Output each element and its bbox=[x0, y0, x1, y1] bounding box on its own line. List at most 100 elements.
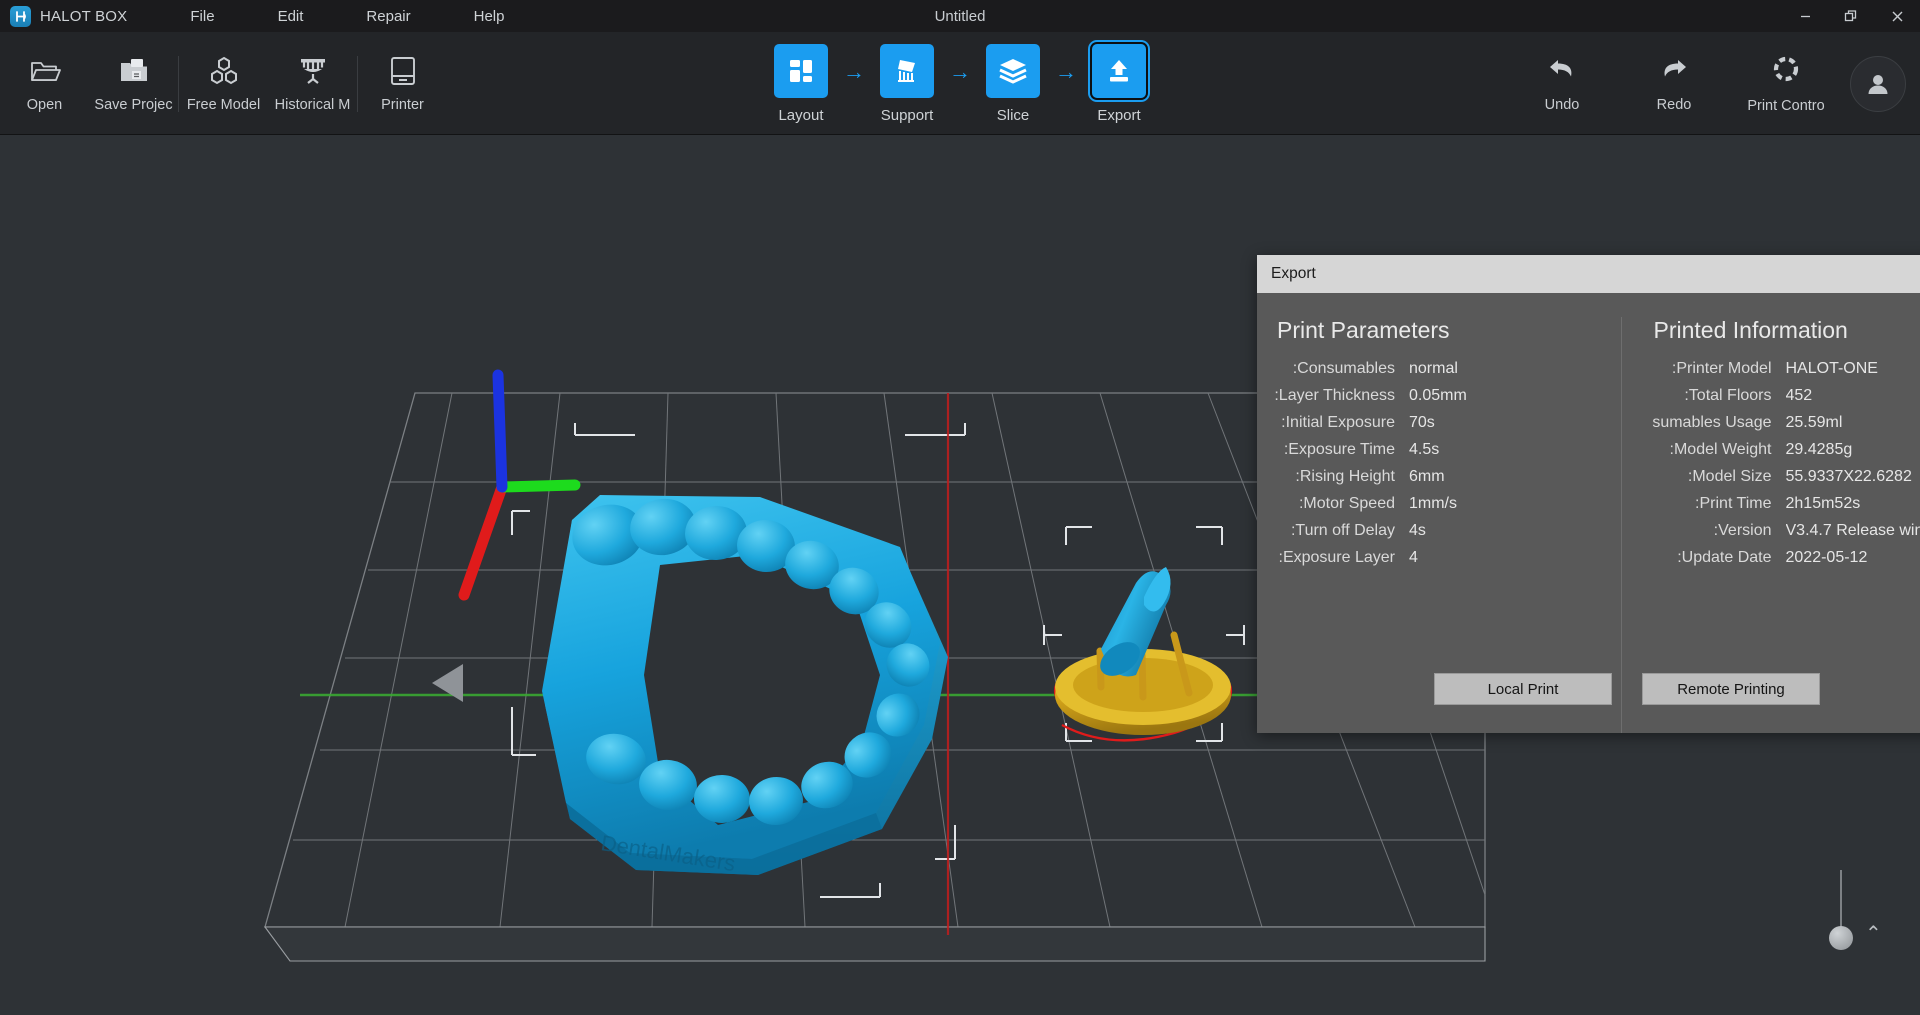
param-label: Rising Height: bbox=[1295, 468, 1395, 485]
export-dialog-body: Print Parameters Consumables: normal Laye… bbox=[1257, 293, 1920, 733]
window-controls bbox=[1782, 0, 1920, 32]
printer-icon bbox=[389, 54, 417, 88]
param-row-exposure-layer: Exposure Layer: 4 bbox=[1275, 549, 1621, 567]
param-label: Consumables: bbox=[1292, 360, 1395, 377]
redo-button[interactable]: Redo bbox=[1618, 32, 1730, 135]
info-value: 2022-05-12 bbox=[1785, 549, 1868, 566]
param-label: Layer Thickness: bbox=[1275, 387, 1395, 404]
info-row-print-time: Print Time: 2h15m52s bbox=[1652, 495, 1920, 513]
param-value: 0.05mm bbox=[1409, 387, 1467, 404]
main-toolbar: Open Save Projec Free Model Historical M… bbox=[0, 32, 1920, 135]
workflow-step-slice[interactable]: Slice bbox=[973, 43, 1053, 124]
print-parameters-heading: Print Parameters bbox=[1277, 317, 1450, 343]
printer-button[interactable]: Printer bbox=[358, 32, 447, 135]
workflow-step-support-label: Support bbox=[880, 106, 934, 124]
info-row-printer-model: Printer Model: HALOT-ONE bbox=[1652, 360, 1920, 378]
menu-repair[interactable]: Repair bbox=[366, 4, 410, 29]
param-row-rising-height: Rising Height: 6mm bbox=[1275, 468, 1621, 486]
save-project-button-label: Save Projec bbox=[94, 97, 173, 113]
param-row-motor-speed: Motor Speed: 1mm/s bbox=[1275, 495, 1621, 513]
info-row-version: Version: V3.4.7 Release win64 bbox=[1652, 522, 1920, 540]
param-value: 70s bbox=[1409, 414, 1435, 431]
param-row-layer-thickness: Layer Thickness: 0.05mm bbox=[1275, 387, 1621, 405]
workflow-step-support[interactable]: Support bbox=[867, 43, 947, 124]
undo-button-label: Undo bbox=[1544, 96, 1580, 113]
close-button[interactable] bbox=[1874, 0, 1920, 32]
menu-file[interactable]: File bbox=[190, 4, 214, 29]
info-value: 452 bbox=[1785, 387, 1813, 404]
param-value: 4s bbox=[1409, 522, 1426, 539]
minimize-button[interactable] bbox=[1782, 0, 1828, 32]
workflow-step-layout-label: Layout bbox=[778, 106, 824, 124]
remote-printing-button[interactable]: Remote Printing bbox=[1642, 673, 1820, 705]
historical-model-icon bbox=[297, 54, 329, 88]
param-value: 1mm/s bbox=[1409, 495, 1457, 512]
app-brand-name: HALOT BOX bbox=[40, 7, 128, 25]
dental-arch-model: DentalMakers bbox=[542, 495, 948, 876]
info-row-model-size: Model Size: 55.9337X22.6282 bbox=[1652, 468, 1920, 486]
param-label: Initial Exposure: bbox=[1281, 414, 1395, 431]
param-label: Exposure Layer: bbox=[1278, 549, 1395, 566]
export-dialog-title: Export bbox=[1257, 255, 1920, 293]
info-label: Total Floors: bbox=[1684, 387, 1772, 404]
open-button[interactable]: Open bbox=[0, 32, 89, 135]
support-icon bbox=[880, 43, 934, 98]
param-label: Exposure Time: bbox=[1283, 441, 1395, 458]
workflow-step-export-label: Export bbox=[1097, 106, 1141, 124]
local-print-button[interactable]: Local Print bbox=[1434, 673, 1612, 705]
left-triangle-arrow-icon[interactable] bbox=[430, 662, 466, 709]
folder-open-icon bbox=[29, 54, 61, 88]
print-control-button-label: Print Contro bbox=[1747, 97, 1825, 114]
printed-information-section: Printed Information Printer Model: HALOT-… bbox=[1620, 317, 1920, 733]
chevron-up-icon[interactable]: ⌃ bbox=[1865, 921, 1882, 946]
title-bar: HALOT BOX File Edit Repair Help Untitled bbox=[0, 0, 1920, 32]
restore-button[interactable] bbox=[1828, 0, 1874, 32]
param-row-initial-exposure: Initial Exposure: 70s bbox=[1275, 414, 1621, 432]
info-value: V3.4.7 Release win64 bbox=[1785, 522, 1920, 539]
param-label: Turn off Delay: bbox=[1290, 522, 1395, 539]
layout-icon bbox=[774, 43, 828, 98]
user-avatar-icon[interactable] bbox=[1850, 55, 1906, 112]
zoom-slider-handle[interactable] bbox=[1829, 926, 1853, 950]
export-icon bbox=[1092, 43, 1146, 98]
zoom-slider[interactable] bbox=[1829, 870, 1853, 950]
flow-arrow-2: → bbox=[949, 58, 971, 84]
param-value: 6mm bbox=[1409, 468, 1445, 485]
info-value: 2h15m52s bbox=[1785, 495, 1861, 512]
historical-model-button[interactable]: Historical M bbox=[268, 32, 357, 135]
menu-bar: File Edit Repair Help bbox=[190, 4, 567, 29]
slice-icon bbox=[986, 43, 1040, 98]
info-label: Consumables Usage bbox=[1652, 414, 1772, 431]
save-project-button[interactable]: Save Projec bbox=[89, 32, 178, 135]
info-row-update-date: Update Date: 2022-05-12 bbox=[1652, 549, 1920, 567]
info-label: Model Weight: bbox=[1669, 441, 1772, 458]
param-row-turn-off-delay: Turn off Delay: 4s bbox=[1275, 522, 1621, 540]
workflow-steps: Layout → Support → Slice → Export bbox=[761, 32, 1159, 135]
app-logo-icon bbox=[10, 5, 31, 27]
printed-information-heading: Printed Information bbox=[1653, 317, 1848, 343]
param-row-exposure-time: Exposure Time: 4.5s bbox=[1275, 441, 1621, 459]
print-parameters-section: Print Parameters Consumables: normal Laye… bbox=[1257, 317, 1621, 733]
app-brand: HALOT BOX bbox=[0, 5, 128, 27]
free-model-icon bbox=[208, 54, 240, 88]
export-dialog-actions: Local Print Remote Printing bbox=[1257, 673, 1920, 705]
free-model-button[interactable]: Free Model bbox=[179, 32, 268, 135]
halot-box-window: HALOT BOX File Edit Repair Help Untitled bbox=[0, 0, 1920, 1015]
info-label: Model Size: bbox=[1687, 468, 1772, 485]
free-model-button-label: Free Model bbox=[186, 97, 261, 113]
printer-button-label: Printer bbox=[381, 97, 424, 113]
param-value: 4.5s bbox=[1409, 441, 1440, 458]
axis-z-arm bbox=[492, 369, 508, 493]
info-value: HALOT-ONE bbox=[1785, 360, 1878, 377]
workflow-step-layout[interactable]: Layout bbox=[761, 43, 841, 124]
menu-edit[interactable]: Edit bbox=[278, 4, 304, 29]
menu-help[interactable]: Help bbox=[474, 4, 505, 29]
toolbar-left-group: Open Save Projec Free Model Historical M… bbox=[0, 32, 447, 135]
flow-arrow-3: → bbox=[1055, 58, 1077, 84]
axis-y-arm bbox=[496, 479, 581, 493]
undo-button[interactable]: Undo bbox=[1506, 32, 1618, 135]
build-plate-front bbox=[263, 926, 1486, 962]
workflow-step-export[interactable]: Export bbox=[1079, 43, 1159, 124]
save-project-icon bbox=[118, 54, 150, 88]
print-control-button[interactable]: Print Contro bbox=[1730, 32, 1842, 135]
